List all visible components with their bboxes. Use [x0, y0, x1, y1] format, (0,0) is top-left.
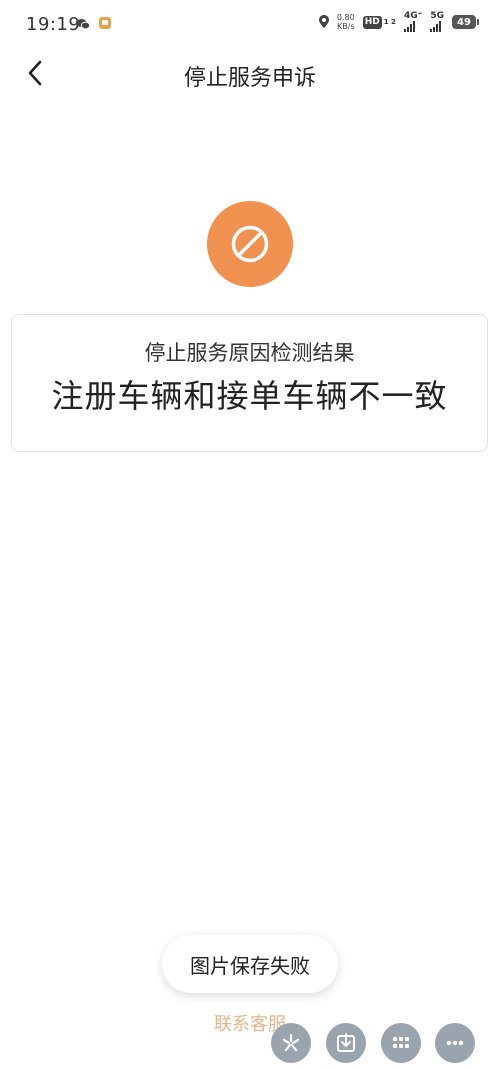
app-notification-icon — [98, 15, 112, 34]
nav-bar: 停止服务申诉 — [0, 48, 500, 100]
sparkle-icon — [282, 1033, 300, 1052]
more-button[interactable] — [435, 1023, 475, 1063]
signal-4g: 4G⁺ — [403, 11, 423, 32]
network-speed: 0.80 KB/s — [337, 13, 355, 31]
result-card: 停止服务原因检测结果 注册车辆和接单车辆不一致 — [11, 314, 488, 452]
contact-support-link[interactable]: 联系客服 — [0, 1010, 500, 1036]
network-speed-value: 0.80 — [336, 13, 355, 22]
status-bar: 19:19 0.80 KB/s HD 1 2 4G⁺ 5G 49 — [0, 0, 500, 48]
toast-message: 图片保存失败 — [162, 935, 338, 993]
app-screen: 19:19 0.80 KB/s HD 1 2 4G⁺ 5G 49 停止服务申诉 … — [0, 0, 500, 1069]
location-icon — [318, 13, 329, 32]
stop-icon — [207, 201, 293, 287]
status-time: 19:19 — [26, 14, 81, 35]
wechat-icon — [76, 15, 91, 34]
signal-5g-label: 5G — [430, 11, 444, 21]
battery-icon: 49 — [452, 15, 479, 29]
stop-reason: 注册车辆和接单车辆不一致 — [51, 377, 448, 415]
status-right-icons: 0.80 KB/s HD 1 2 4G⁺ 5G 49 — [318, 11, 479, 32]
page-title: 停止服务申诉 — [183, 66, 316, 91]
sparkle-button[interactable] — [271, 1023, 311, 1063]
signal-bars-icon — [403, 21, 415, 32]
grid-button[interactable] — [381, 1023, 421, 1063]
network-speed-unit: KB/s — [337, 22, 355, 31]
battery-level: 49 — [457, 16, 471, 28]
grid-icon — [393, 1037, 409, 1048]
signal-4g-label: 4G⁺ — [403, 11, 423, 21]
more-icon — [446, 1040, 464, 1046]
notification-icons — [76, 15, 112, 34]
hd-badge: HD — [362, 15, 382, 29]
download-button[interactable] — [326, 1023, 366, 1063]
signal-5g: 5G — [430, 12, 444, 32]
result-caption: 停止服务原因检测结果 — [144, 341, 355, 365]
download-icon — [337, 1033, 355, 1052]
hd-sim-label: 1 2 — [383, 17, 396, 26]
signal-bars-icon — [430, 21, 442, 32]
